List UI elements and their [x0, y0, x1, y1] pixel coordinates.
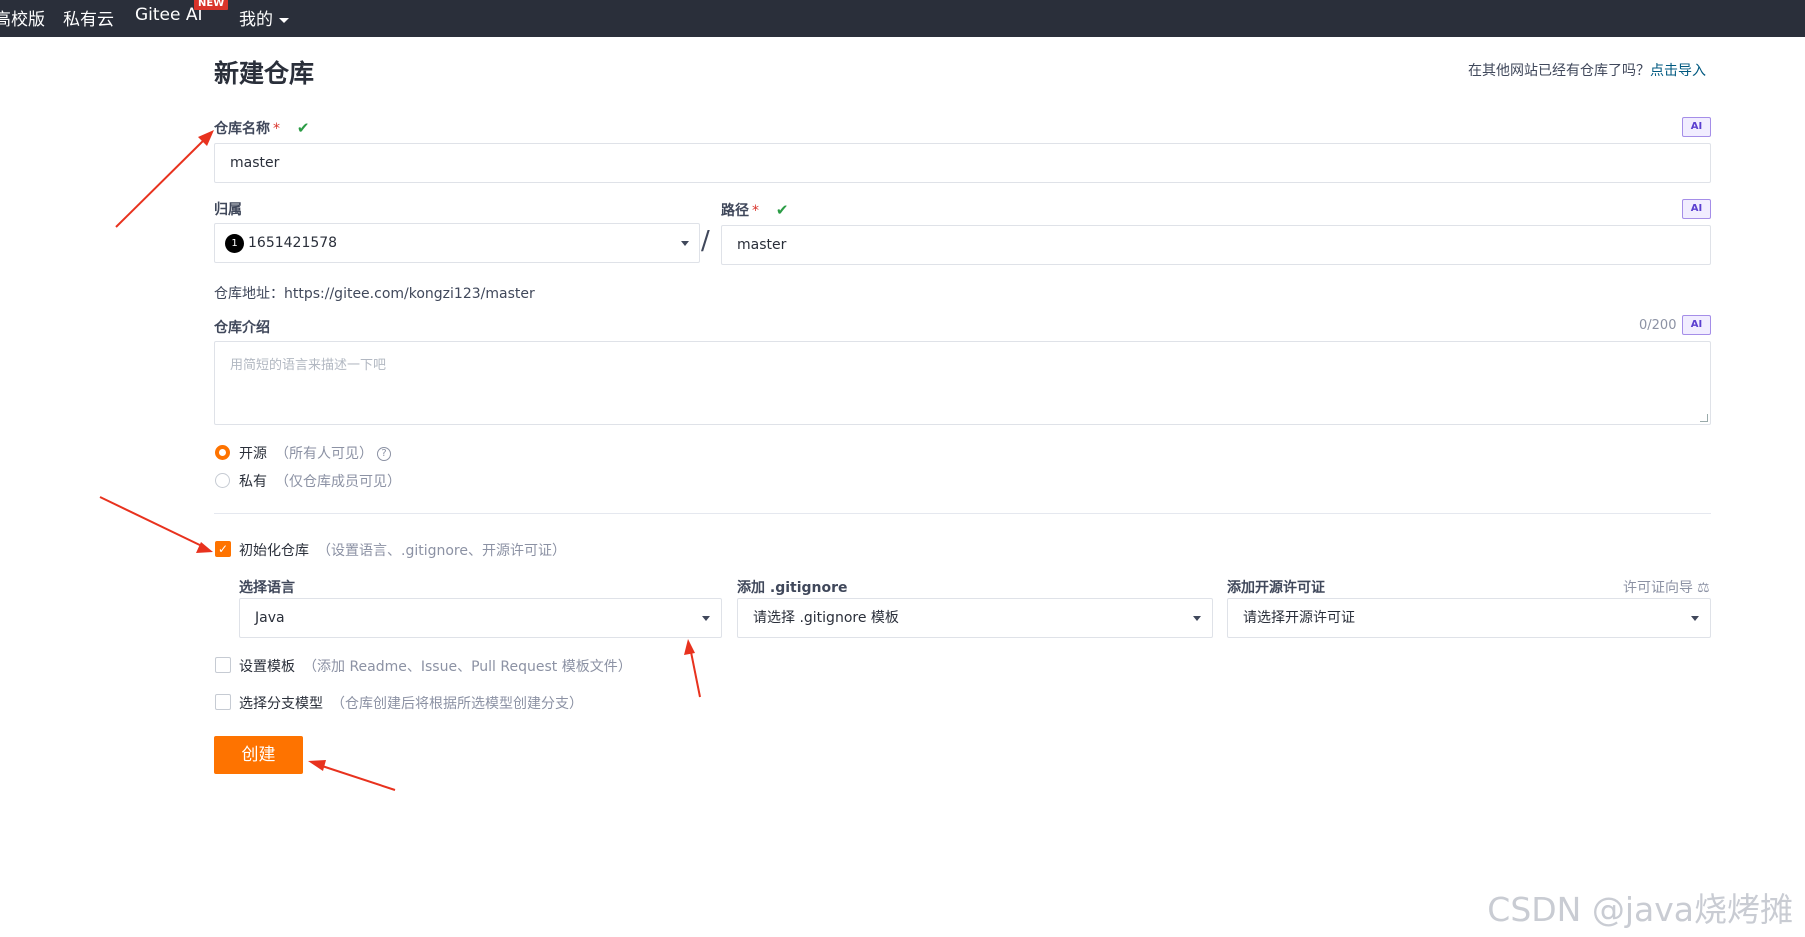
branch-model-option: 选择分支模型 （仓库创建后将根据所选模型创建分支） [239, 693, 583, 713]
owner-label: 归属 [214, 202, 242, 218]
license-label: 添加开源许可证 [1227, 580, 1325, 596]
nav-mine-menu[interactable]: 我的 [239, 5, 289, 30]
owner-select[interactable]: 1 1651421578 [214, 223, 700, 263]
public-option: 开源 （所有人可见）? [239, 443, 391, 463]
chevron-down-icon [1193, 616, 1201, 621]
ai-assist-button[interactable]: AI [1682, 117, 1711, 137]
required-mark: * [273, 121, 280, 137]
description-counter: 0/200 [1639, 318, 1677, 333]
nav-private-cloud[interactable]: 私有云 [63, 5, 114, 30]
help-icon[interactable]: ? [377, 447, 391, 461]
annotation-arrow-create [308, 760, 396, 791]
divider [214, 513, 1711, 514]
nav-mine-label: 我的 [239, 10, 273, 30]
path-input[interactable]: master [721, 225, 1711, 265]
repo-name-input[interactable]: master [214, 143, 1711, 183]
ai-assist-button[interactable]: AI [1682, 315, 1711, 335]
private-option: 私有 （仅仓库成员可见） [239, 471, 401, 491]
license-guide-label: 许可证向导 [1623, 580, 1693, 596]
ai-assist-button[interactable]: AI [1682, 199, 1711, 219]
description-textarea[interactable]: 用简短的语言来描述一下吧 [214, 341, 1711, 425]
gitignore-label: 添加 .gitignore [737, 580, 848, 596]
page-title: 新建仓库 [214, 59, 315, 88]
chevron-down-icon [279, 17, 289, 23]
branch-model-hint: （仓库创建后将根据所选模型创建分支） [331, 696, 583, 712]
nav-education-edition[interactable]: 高校版 [0, 5, 45, 30]
init-repo-option: 初始化仓库 （设置语言、.gitignore、开源许可证） [239, 540, 566, 560]
annotation-arrow-language [684, 639, 701, 698]
init-repo-label: 初始化仓库 [239, 543, 309, 559]
private-hint: （仅仓库成员可见） [275, 474, 401, 490]
license-guide-link[interactable]: 许可证向导 ⚖ [1623, 577, 1710, 597]
owner-select-value: 1651421578 [248, 235, 338, 251]
scale-icon: ⚖ [1697, 580, 1710, 596]
init-repo-checkbox[interactable]: ✓ [215, 541, 231, 557]
language-label: 选择语言 [239, 580, 295, 596]
public-label: 开源 [239, 446, 267, 462]
valid-check-icon: ✔ [775, 201, 789, 219]
annotation-arrows [99, 130, 701, 791]
gitignore-select[interactable]: 请选择 .gitignore 模板 [737, 598, 1213, 638]
private-label: 私有 [239, 474, 267, 490]
gitignore-select-value: 请选择 .gitignore 模板 [753, 610, 899, 626]
path-label: 路径 * ✔ [721, 200, 788, 220]
required-mark: * [752, 203, 759, 219]
repo-name-label-text: 仓库名称 [214, 121, 270, 137]
create-button[interactable]: 创建 [214, 736, 303, 774]
watermark: CSDN @java烧烤摊 [1487, 890, 1793, 929]
nav-gitee-ai[interactable]: Gitee AI [135, 5, 203, 25]
description-label: 仓库介绍 [214, 320, 270, 336]
top-navbar: 高校版 私有云 Gitee AI NEW 我的 [0, 0, 1805, 37]
valid-check-icon: ✔ [296, 119, 310, 137]
import-link[interactable]: 点击导入 [1650, 63, 1706, 79]
annotation-arrow-init-repo [99, 496, 213, 553]
init-repo-hint: （设置语言、.gitignore、开源许可证） [317, 543, 566, 559]
path-separator: / [701, 226, 710, 256]
license-select-value: 请选择开源许可证 [1243, 610, 1355, 626]
new-badge: NEW [194, 0, 229, 10]
path-label-text: 路径 [721, 203, 749, 219]
repo-url-text: 仓库地址：https://gitee.com/kongzi123/master [214, 286, 535, 302]
license-select[interactable]: 请选择开源许可证 [1227, 598, 1711, 638]
annotation-arrow-repo-name [115, 130, 214, 228]
language-select[interactable]: Java [239, 598, 722, 638]
template-option: 设置模板 （添加 Readme、Issue、Pull Request 模板文件） [239, 656, 632, 676]
language-select-value: Java [255, 610, 285, 626]
avatar: 1 [225, 233, 244, 253]
public-hint: （所有人可见） [275, 446, 373, 462]
template-label: 设置模板 [239, 659, 295, 675]
radio-private[interactable] [215, 473, 230, 488]
branch-model-label: 选择分支模型 [239, 696, 323, 712]
chevron-down-icon [681, 241, 689, 246]
repo-name-label: 仓库名称 * ✔ [214, 118, 309, 138]
branch-model-checkbox[interactable] [215, 694, 231, 710]
chevron-down-icon [1691, 616, 1699, 621]
template-hint: （添加 Readme、Issue、Pull Request 模板文件） [303, 659, 632, 675]
chevron-down-icon [702, 616, 710, 621]
import-question: 在其他网站已经有仓库了吗？ [1468, 63, 1650, 79]
radio-public[interactable] [215, 445, 230, 460]
resize-handle-icon[interactable] [1700, 414, 1708, 422]
description-placeholder: 用简短的语言来描述一下吧 [230, 358, 387, 373]
import-hint: 在其他网站已经有仓库了吗？点击导入 [1468, 60, 1706, 80]
template-checkbox[interactable] [215, 657, 231, 673]
